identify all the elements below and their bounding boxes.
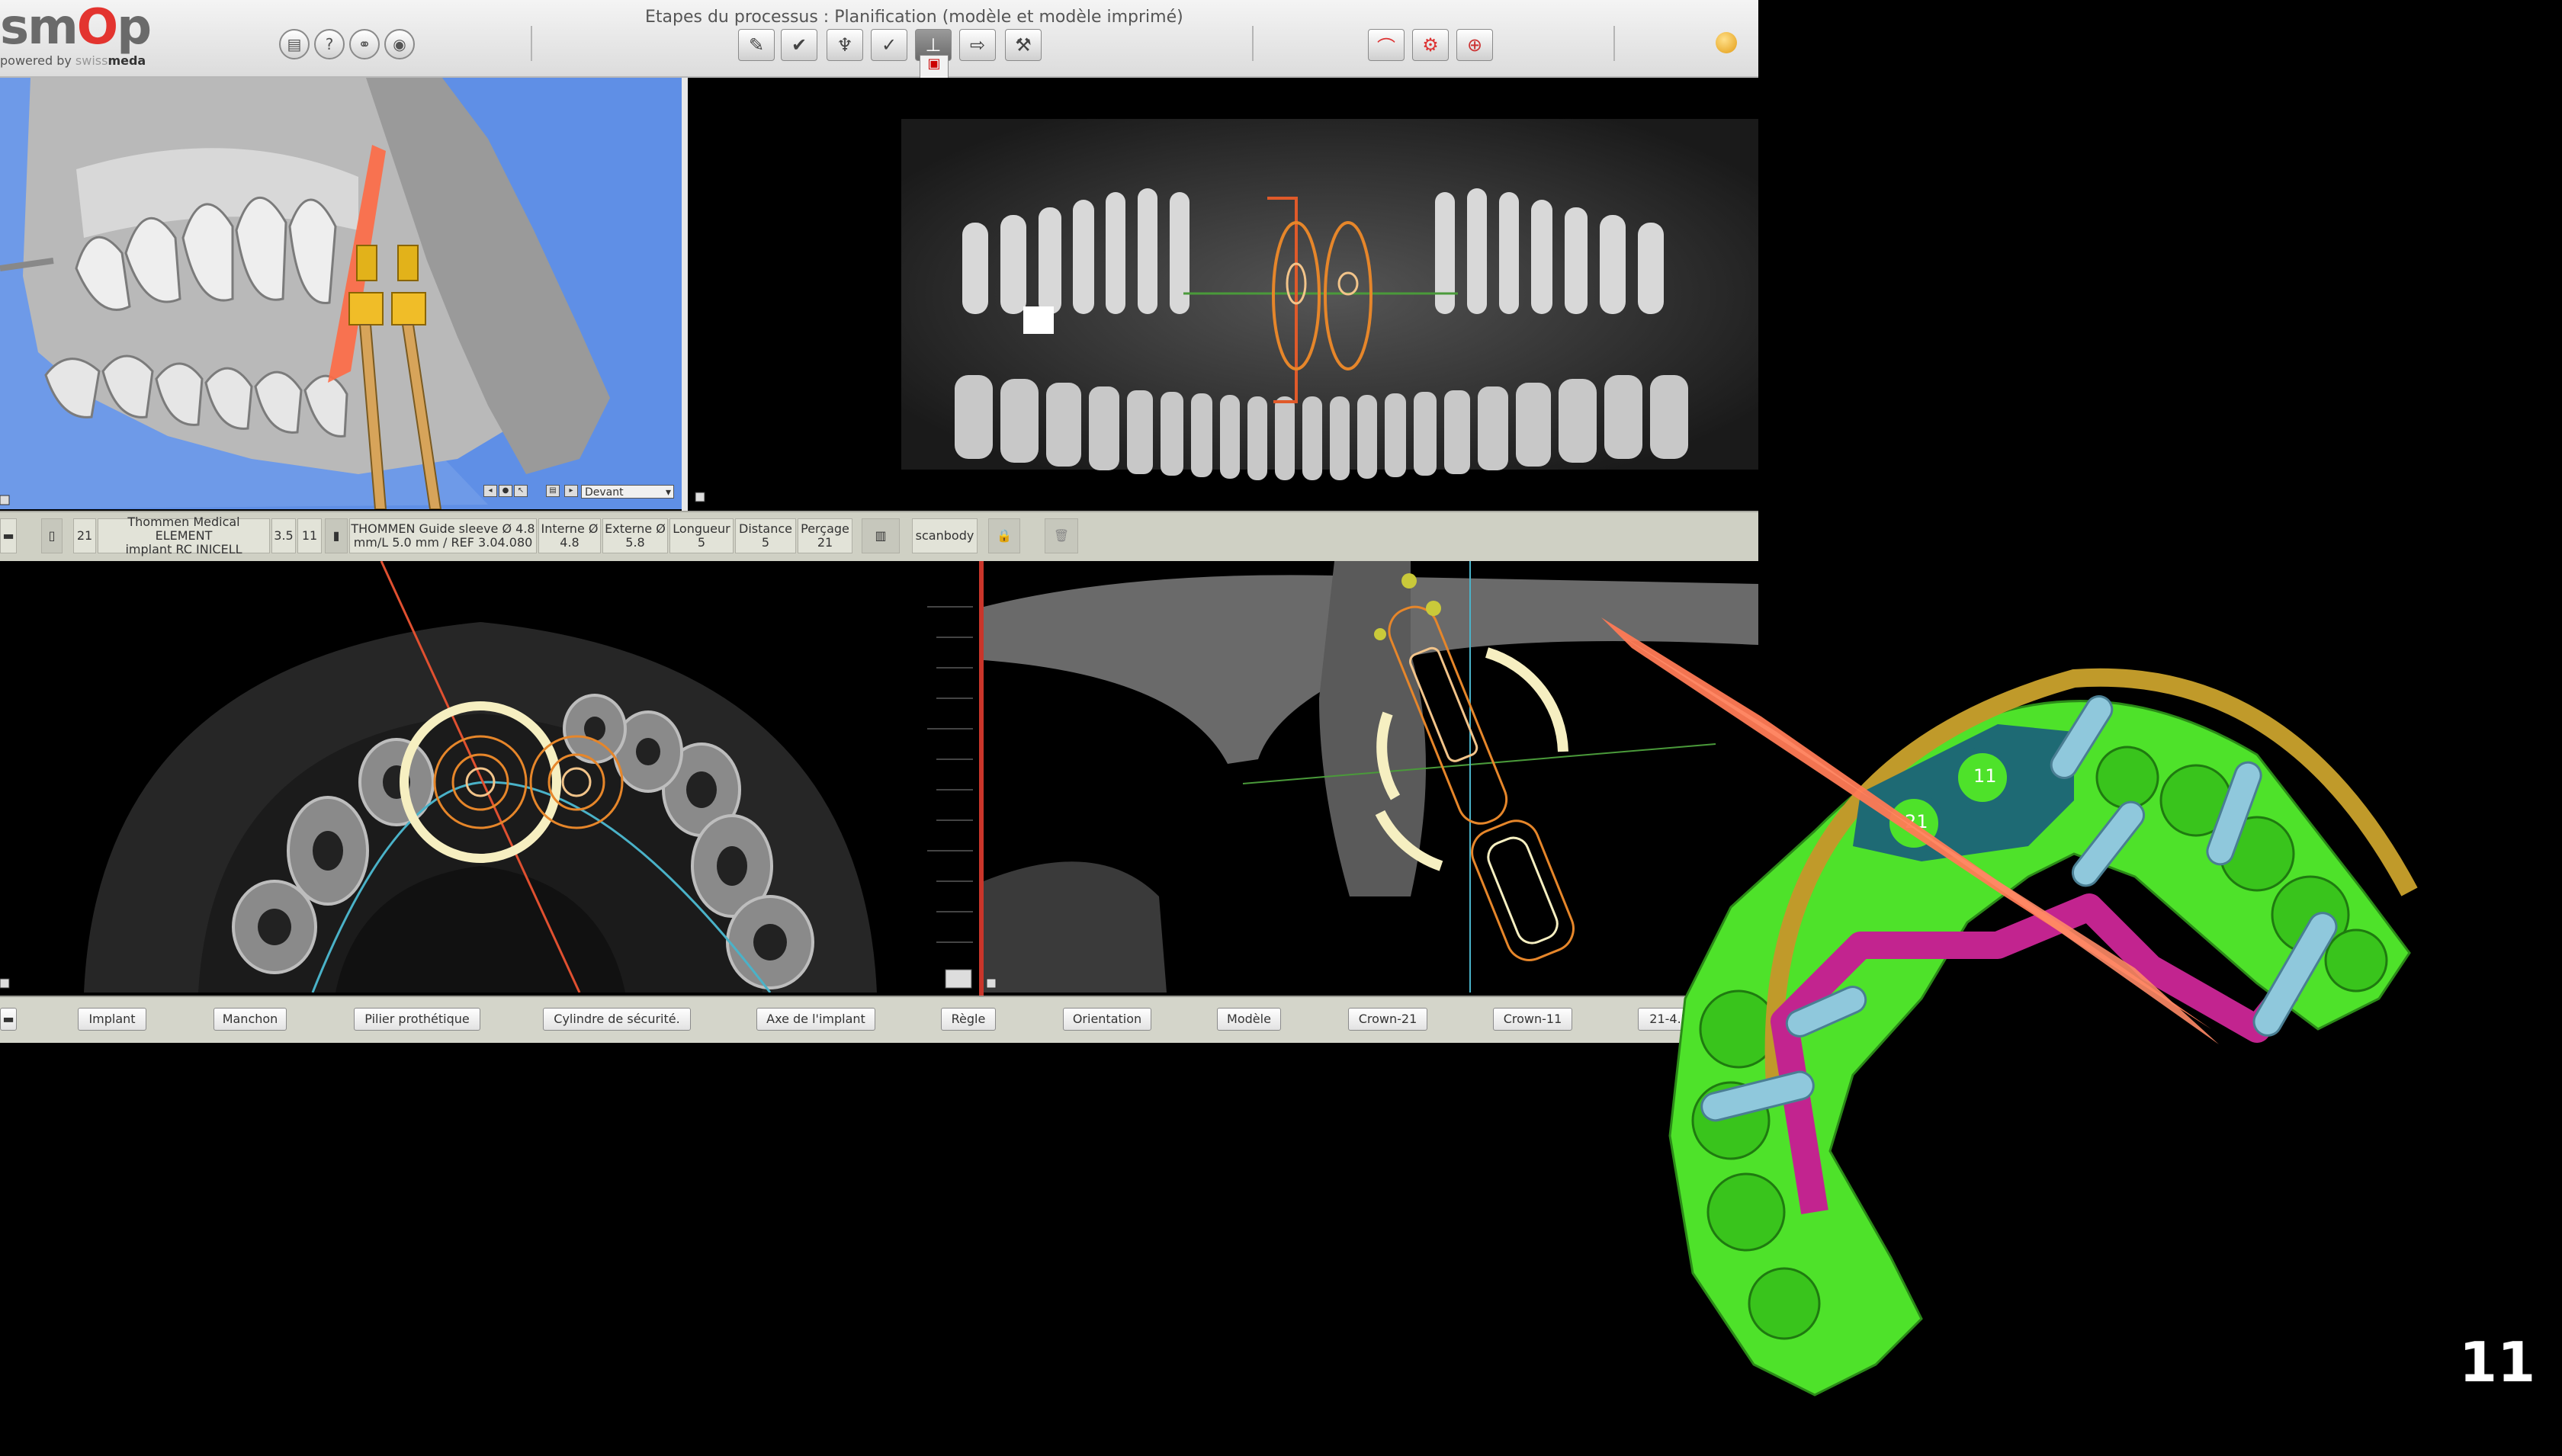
- step-tools-button[interactable]: ⚒: [1005, 29, 1042, 61]
- externe-value: 5.8: [625, 535, 645, 550]
- collapse-icon[interactable]: ▬: [0, 1008, 17, 1031]
- implant-model-line1: Thommen Medical ELEMENT: [127, 515, 240, 543]
- percage-label: Perçage: [801, 521, 849, 536]
- panel-divider: [682, 78, 688, 511]
- app-logo: smOp: [0, 0, 152, 56]
- implant-toggle-button[interactable]: Implant: [78, 1008, 146, 1031]
- sleeve-model-line1: THOMMEN Guide sleeve Ø 4.8: [351, 521, 535, 536]
- step-scan-button[interactable]: ✎: [738, 29, 775, 61]
- orientation-toggle-button[interactable]: Orientation: [1063, 1008, 1151, 1031]
- manchon-toggle-button[interactable]: Manchon: [214, 1008, 287, 1031]
- surgical-guide-model: 21 11: [1601, 602, 2516, 1410]
- view-rotate-icon[interactable]: ↖: [514, 485, 528, 497]
- view-panoramic[interactable]: [688, 78, 1758, 509]
- chevron-down-icon: ▾: [665, 486, 671, 499]
- interne-label: Interne Ø: [541, 521, 599, 536]
- percage-cell: Perçage 21: [798, 518, 852, 553]
- distance-label: Distance: [739, 521, 792, 536]
- regle-toggle-button[interactable]: Règle: [941, 1008, 996, 1031]
- interne-cell: Interne Ø 4.8: [538, 518, 601, 553]
- toolbar: smOp powered by swissmeda Etapes du proc…: [0, 0, 1758, 79]
- longueur-cell: Longueur 5: [669, 518, 734, 553]
- camera-icon[interactable]: ◉: [384, 29, 415, 59]
- implant-length-cell: 11: [297, 518, 322, 553]
- logo-tagline: powered by swissmeda: [0, 53, 146, 68]
- slide-number: 11: [2459, 1330, 2536, 1394]
- pilier-toggle-button[interactable]: Pilier prothétique: [354, 1008, 480, 1031]
- step-export-button[interactable]: ⇨: [959, 29, 996, 61]
- cylindre-toggle-button[interactable]: Cylindre de sécurité.: [543, 1008, 691, 1031]
- sleeve-model-cell[interactable]: THOMMEN Guide sleeve Ø 4.8 mm/L 5.0 mm /…: [349, 518, 537, 553]
- longueur-value: 5: [697, 535, 706, 550]
- distance-value: 5: [761, 535, 770, 550]
- externe-cell: Externe Ø 5.8: [602, 518, 668, 553]
- step-pdf-icon[interactable]: ▣: [920, 55, 949, 79]
- view-axial[interactable]: [0, 561, 979, 993]
- view-reset-icon[interactable]: ●: [499, 485, 512, 497]
- view-next-button[interactable]: ▸: [564, 485, 578, 497]
- percage-value: 21: [817, 535, 833, 550]
- crown21-toggle-button[interactable]: Crown-21: [1348, 1008, 1427, 1031]
- step-model-button[interactable]: ✓: [871, 29, 907, 61]
- axe-toggle-button[interactable]: Axe de l'implant: [756, 1008, 875, 1031]
- panoramic-scan: [695, 119, 1758, 502]
- scanbody-cell[interactable]: scanbody: [912, 518, 978, 553]
- distance-cell: Distance 5: [735, 518, 796, 553]
- toolbar-separator: [1252, 26, 1254, 61]
- longueur-label: Longueur: [673, 521, 730, 536]
- step-tooth-button[interactable]: ♆: [827, 29, 863, 61]
- implant-icon: ▯: [41, 518, 63, 553]
- toolbar-separator: [531, 26, 532, 61]
- orientation-select-value: Devant: [585, 486, 624, 499]
- collapse-icon[interactable]: ▬: [0, 518, 17, 553]
- process-title: Etapes du processus : Planification (mod…: [645, 8, 1183, 27]
- implant-diameter-cell: 3.5: [271, 518, 296, 553]
- axial-scan: [0, 561, 973, 993]
- sleeve-model-line2: mm/L 5.0 mm / REF 3.04.080: [353, 535, 533, 550]
- gear-settings-button[interactable]: ⚙: [1412, 29, 1449, 61]
- step-validate-button[interactable]: ✔: [781, 29, 817, 61]
- lock-icon[interactable]: 🔒: [988, 518, 1020, 553]
- trash-icon[interactable]: 🗑: [1045, 518, 1078, 553]
- arch-view-button[interactable]: ⌒: [1368, 29, 1405, 61]
- glasses-icon[interactable]: ⚭: [349, 29, 380, 59]
- view-3d[interactable]: ◂ ● ↖ ▤ ▸ Devant ▾: [0, 78, 682, 509]
- implant-model-cell[interactable]: Thommen Medical ELEMENT implant RC INICE…: [98, 515, 270, 556]
- guide-label-11: 11: [1973, 765, 1997, 787]
- list-icon[interactable]: ▤: [279, 29, 310, 59]
- status-indicator: [1716, 32, 1737, 53]
- skull-3d-render: [0, 78, 682, 509]
- externe-label: Externe Ø: [605, 521, 666, 536]
- abutment-icon[interactable]: ▥: [862, 518, 900, 553]
- implant-model-line2: implant RC INICELL: [125, 542, 242, 556]
- help-icon[interactable]: ?: [314, 29, 345, 59]
- guide-3d-render: 21 11: [1601, 617, 2418, 1397]
- view-layout-icon[interactable]: ▤: [546, 485, 560, 497]
- modele-toggle-button[interactable]: Modèle: [1217, 1008, 1281, 1031]
- crown11-toggle-button[interactable]: Crown-11: [1493, 1008, 1572, 1031]
- implant-info-bar: ▬ ▯ 21 Thommen Medical ELEMENT implant R…: [0, 511, 1758, 563]
- orientation-select[interactable]: Devant ▾: [581, 485, 674, 499]
- interne-value: 4.8: [560, 535, 580, 550]
- view-prev-button[interactable]: ◂: [483, 485, 497, 497]
- implant-view-button[interactable]: ⊕: [1456, 29, 1493, 61]
- sleeve-icon: ▮: [325, 518, 348, 553]
- toolbar-separator: [1613, 26, 1615, 61]
- tooth-number-cell: 21: [73, 518, 96, 553]
- object-toggle-bar: ▬ Implant Manchon Pilier prothétique Cyl…: [0, 996, 1758, 1043]
